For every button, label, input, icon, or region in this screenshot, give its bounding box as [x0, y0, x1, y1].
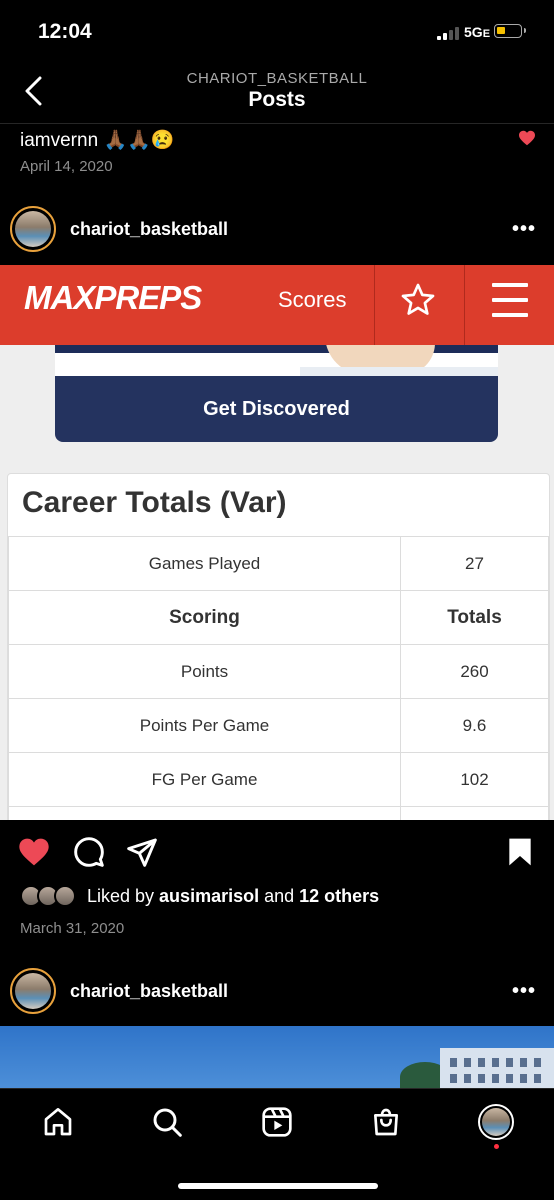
comment-icon[interactable]	[73, 836, 105, 868]
liked-others-count[interactable]: 12 others	[299, 886, 379, 906]
stat-label: Points	[8, 644, 401, 699]
status-time: 12:04	[38, 20, 92, 43]
table-row: Games Played 27	[8, 536, 549, 591]
home-indicator	[178, 1183, 378, 1189]
table-header-row: Scoring Totals	[8, 590, 549, 645]
comment-username[interactable]: iamvernn	[20, 130, 98, 151]
comment-emoji: 🙏🏾🙏🏾😢	[103, 130, 175, 151]
career-totals-title: Career Totals (Var)	[22, 486, 287, 519]
profile-avatar-tab[interactable]	[478, 1104, 514, 1140]
post-options-more-icon[interactable]: •••	[512, 980, 536, 1003]
network-indicator: 5GE	[464, 24, 491, 40]
star-icon	[401, 283, 435, 315]
like-heart-icon[interactable]	[18, 836, 50, 868]
get-discovered-button: Get Discovered	[55, 376, 498, 442]
post-avatar[interactable]	[10, 206, 56, 252]
career-totals-table: Games Played 27 Scoring Totals Points 260 P…	[8, 536, 549, 820]
hamburger-menu-icon	[492, 283, 528, 317]
table-row	[8, 806, 549, 820]
liked-by-text[interactable]: Liked by ausimarisol and 12 others	[87, 886, 379, 907]
home-icon[interactable]	[42, 1106, 74, 1138]
post-image[interactable]	[0, 1026, 554, 1088]
stat-label: Games Played	[8, 536, 401, 591]
liked-prefix: Liked by	[87, 886, 160, 906]
comment-like-heart-icon[interactable]	[518, 130, 536, 146]
share-send-icon[interactable]	[126, 836, 158, 868]
stat-value: Totals	[400, 590, 549, 645]
header-divider	[0, 123, 554, 124]
stat-value: 102	[400, 752, 549, 807]
stat-value: 260	[400, 644, 549, 699]
table-row: Points 260	[8, 644, 549, 699]
post-options-more-icon[interactable]: •••	[512, 218, 536, 241]
search-icon[interactable]	[151, 1106, 183, 1138]
stat-label: Scoring	[8, 590, 401, 645]
comment-text: iamvernn 🙏🏾🙏🏾😢	[20, 128, 174, 152]
stat-value: 9.6	[400, 698, 549, 753]
maxpreps-logo: MAXPREPS	[24, 279, 202, 316]
post-avatar[interactable]	[10, 968, 56, 1014]
maxpreps-scores-link: Scores	[278, 287, 347, 312]
table-row: Points Per Game 9.6	[8, 698, 549, 753]
stat-label: FG Per Game	[8, 752, 401, 807]
comment-date: April 14, 2020	[20, 158, 113, 175]
cellular-signal-icon	[437, 26, 463, 40]
nav-divider	[374, 265, 375, 345]
battery-icon	[494, 24, 526, 38]
post-date: March 31, 2020	[20, 920, 125, 937]
promo-photo	[55, 345, 498, 376]
post-username[interactable]: chariot_basketball	[70, 981, 228, 1002]
post-image[interactable]: MAXPREPS Scores Get Discovered Career To…	[0, 265, 554, 820]
table-row: FG Per Game 102	[8, 752, 549, 807]
save-bookmark-icon[interactable]	[504, 836, 536, 868]
liked-by-user[interactable]: ausimarisol	[159, 886, 259, 906]
stat-value	[400, 806, 549, 820]
shop-bag-icon[interactable]	[370, 1106, 402, 1138]
nav-divider	[0, 1088, 554, 1089]
liked-mid: and	[259, 886, 300, 906]
stat-value: 27	[400, 536, 549, 591]
career-totals-card: Career Totals (Var) Games Played 27 Scori…	[7, 473, 550, 820]
post-username[interactable]: chariot_basketball	[70, 219, 228, 240]
reels-icon[interactable]	[261, 1106, 293, 1138]
page-title: Posts	[248, 88, 306, 111]
liked-by-avatar	[54, 885, 76, 907]
header-account-name: CHARIOT_BASKETBALL	[186, 70, 368, 87]
stat-label	[8, 806, 401, 820]
maxpreps-navbar: MAXPREPS Scores	[0, 265, 554, 345]
stat-label: Points Per Game	[8, 698, 401, 753]
notification-dot	[494, 1144, 499, 1149]
nav-divider	[464, 265, 465, 345]
